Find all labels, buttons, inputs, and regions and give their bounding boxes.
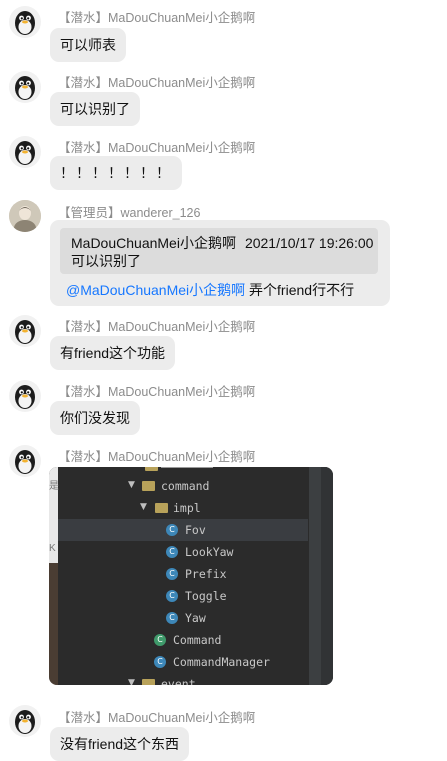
reply-body: 弄个friend行不行 <box>245 282 355 298</box>
tree-item[interactable]: C Command <box>49 629 309 651</box>
penguin-avatar[interactable] <box>9 445 41 477</box>
tree-item[interactable]: C Prefix <box>49 563 309 585</box>
sender-name[interactable]: 【潜水】MaDouChuanMei小企鹅啊 <box>58 72 255 91</box>
mention-link[interactable]: @MaDouChuanMei小企鹅啊 <box>66 282 245 298</box>
expand-arrow-icon[interactable]: ▼ <box>128 678 135 685</box>
screenshot-image[interactable]: 是 K ▼ command ▼ impl C Fov C LookYaw C P… <box>49 467 333 685</box>
penguin-avatar[interactable] <box>9 315 41 347</box>
tree-item[interactable]: C LookYaw <box>49 541 309 563</box>
tree-item[interactable]: ▼ command <box>49 475 309 497</box>
penguin-avatar[interactable] <box>9 6 41 38</box>
admin-avatar[interactable] <box>9 200 41 232</box>
tree-item[interactable]: C CommandManager <box>49 651 309 673</box>
message-bubble[interactable]: 有friend这个功能 <box>50 336 176 370</box>
cut-label <box>161 467 213 468</box>
class-icon: C <box>166 612 178 624</box>
sender-name[interactable]: 【潜水】MaDouChuanMei小企鹅啊 <box>58 446 255 465</box>
class-icon: C <box>166 524 178 536</box>
interface-icon: C <box>154 634 166 646</box>
sender-name[interactable]: 【潜水】MaDouChuanMei小企鹅啊 <box>58 381 255 400</box>
class-icon: C <box>154 656 166 668</box>
folder-icon <box>142 481 155 491</box>
message-bubble[interactable]: 没有friend这个东西 <box>50 727 190 761</box>
sender-name[interactable]: 【潜水】MaDouChuanMei小企鹅啊 <box>58 316 255 335</box>
quoted-message[interactable]: MaDouChuanMei小企鹅啊 2021/10/17 19:26:00 可以识… <box>60 228 378 274</box>
sender-name[interactable]: 【管理员】wanderer_126 <box>58 202 200 221</box>
tree-item[interactable]: ▼ impl <box>49 497 309 519</box>
penguin-avatar[interactable] <box>9 705 41 737</box>
tree-item[interactable]: C Fov <box>49 519 309 541</box>
class-icon: C <box>166 590 178 602</box>
message-bubble[interactable]: 可以师表 <box>50 28 126 62</box>
folder-icon <box>155 503 168 513</box>
sender-name[interactable]: 【潜水】MaDouChuanMei小企鹅啊 <box>58 7 255 26</box>
tree-item[interactable]: C Toggle <box>49 585 309 607</box>
quote-author: MaDouChuanMei小企鹅啊 <box>71 235 236 251</box>
tree-item[interactable]: C Yaw <box>49 607 309 629</box>
message-bubble[interactable]: ！！！！！！！ <box>50 156 182 190</box>
sender-name[interactable]: 【潜水】MaDouChuanMei小企鹅啊 <box>58 707 255 726</box>
tree-item[interactable]: ▼ event <box>49 673 309 685</box>
folder-icon <box>145 467 158 471</box>
quote-time: 2021/10/17 19:26:00 <box>244 235 374 251</box>
message-bubble[interactable]: 你们没发现 <box>50 401 140 435</box>
penguin-avatar[interactable] <box>9 136 41 168</box>
expand-arrow-icon[interactable]: ▼ <box>140 502 147 512</box>
sender-name[interactable]: 【潜水】MaDouChuanMei小企鹅啊 <box>58 137 255 156</box>
scrollbar-track <box>321 467 333 685</box>
quote-header: MaDouChuanMei小企鹅啊 2021/10/17 19:26:00 <box>71 233 373 253</box>
scrollbar[interactable] <box>309 467 321 685</box>
penguin-avatar[interactable] <box>9 380 41 412</box>
folder-icon <box>142 679 155 685</box>
message-bubble[interactable]: 可以识别了 <box>50 92 140 126</box>
expand-arrow-icon[interactable]: ▼ <box>128 480 135 490</box>
reply-text: @MaDouChuanMei小企鹅啊 弄个friend行不行 <box>66 280 354 300</box>
class-icon: C <box>166 568 178 580</box>
penguin-avatar[interactable] <box>9 71 41 103</box>
class-icon: C <box>166 546 178 558</box>
reply-bubble[interactable]: MaDouChuanMei小企鹅啊 2021/10/17 19:26:00 可以识… <box>50 220 390 306</box>
quote-text: 可以识别了 <box>71 253 141 269</box>
